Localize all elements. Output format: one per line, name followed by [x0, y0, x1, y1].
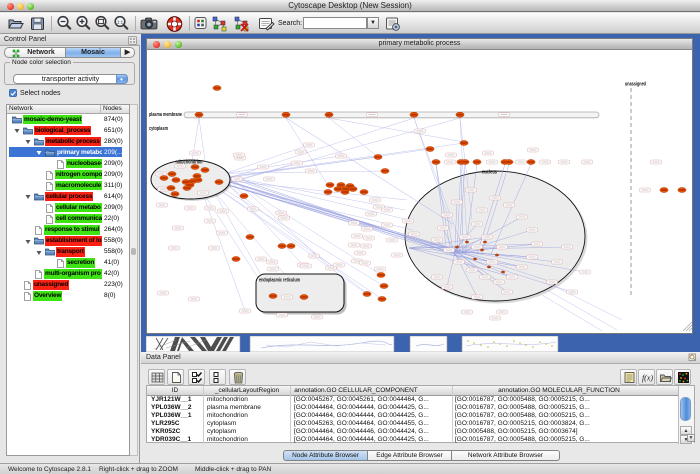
svg-text:endoplasmic reticulum: endoplasmic reticulum	[259, 278, 300, 284]
svg-text:unassigned: unassigned	[625, 82, 646, 88]
svg-text:nucleus: nucleus	[482, 170, 497, 176]
svg-text:f(x): f(x)	[641, 374, 652, 383]
svg-text:cytoplasm: cytoplasm	[149, 126, 168, 132]
svg-text:mitochondrion: mitochondrion	[176, 160, 203, 166]
svg-text:plasma membrane: plasma membrane	[149, 112, 182, 118]
svg-text:1:1: 1:1	[117, 19, 124, 24]
